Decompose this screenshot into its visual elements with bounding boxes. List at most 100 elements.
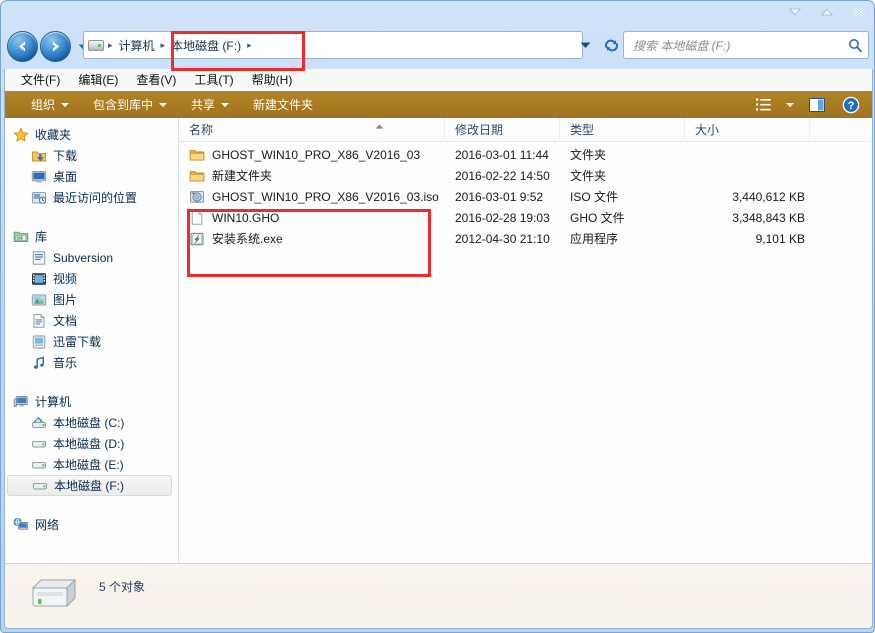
sidebar-item-thunder-download[interactable]: 迅雷下载 (5, 331, 178, 352)
file-name-label: 安装系统.exe (212, 232, 283, 246)
file-name-cell[interactable]: GHOST_WIN10_PRO_X86_V2016_03 (189, 147, 420, 163)
file-name-cell[interactable]: 新建文件夹 (189, 167, 272, 184)
sidebar-item-videos[interactable]: 视频 (5, 268, 178, 289)
table-row[interactable]: GHOST_WIN10_PRO_X86_V2016_03.iso 2016-03… (179, 186, 872, 207)
sidebar-item-computer[interactable]: 计算机 (5, 391, 178, 412)
drive-icon (32, 478, 48, 494)
toolbar-share-button[interactable]: 共享 (179, 93, 241, 116)
chevron-down-icon[interactable] (780, 93, 800, 116)
sidebar-item-libraries[interactable]: 库 (5, 226, 178, 247)
toolbar-include-in-library-button[interactable]: 包含到库中 (81, 93, 179, 116)
chevron-down-icon (159, 102, 168, 107)
file-name-label: GHOST_WIN10_PRO_X86_V2016_03.iso (212, 189, 439, 204)
sidebar-item-subversion[interactable]: Subversion (5, 247, 178, 268)
menu-item-edit[interactable]: 编辑(E) (69, 70, 127, 90)
recent-places-icon (31, 190, 47, 206)
previous-locations-chevron-icon[interactable] (580, 38, 591, 52)
file-type-cell: ISO 文件 (570, 190, 619, 204)
column-header-name[interactable]: 名称 (179, 118, 445, 141)
menu-item-view[interactable]: 查看(V) (127, 70, 185, 90)
search-icon[interactable] (842, 38, 868, 53)
desktop-icon (31, 169, 47, 185)
system-drive-icon (31, 415, 47, 431)
table-row[interactable]: 安装系统.exe 2012-04-30 21:10 应用程序 9,101 KB (179, 228, 872, 249)
file-name-label: 新建文件夹 (212, 169, 273, 183)
menu-item-file[interactable]: 文件(F) (12, 70, 69, 90)
thunder-download-icon (31, 334, 47, 350)
search-input[interactable]: 搜索 本地磁盘 (F:) (624, 37, 842, 54)
documents-icon (31, 313, 47, 329)
breadcrumb-separator-icon[interactable]: ▸ (244, 40, 255, 50)
minimize-icon[interactable] (786, 4, 804, 20)
sidebar-item-documents[interactable]: 文档 (5, 310, 178, 331)
preview-pane-icon[interactable] (800, 93, 834, 116)
computer-icon (13, 394, 29, 410)
sidebar-item-music[interactable]: 音乐 (5, 352, 178, 373)
back-button[interactable] (7, 31, 38, 62)
video-icon (31, 271, 47, 287)
search-box[interactable]: 搜索 本地磁盘 (F:) (623, 31, 869, 59)
sidebar-item-network[interactable]: 网络 (5, 514, 178, 535)
toolbar-organize-button[interactable]: 组织 (19, 93, 81, 116)
sidebar-item-recent-places[interactable]: 最近访问的位置 (5, 187, 178, 208)
table-row[interactable]: GHOST_WIN10_PRO_X86_V2016_03 2016-03-01 … (179, 144, 872, 165)
toolbar-include-in-library-label: 包含到库中 (93, 98, 154, 112)
file-type-cell: 应用程序 (570, 232, 619, 246)
network-icon (13, 517, 29, 533)
file-name-cell[interactable]: GHOST_WIN10_PRO_X86_V2016_03.iso (189, 189, 439, 205)
subversion-icon (31, 250, 47, 266)
forward-button[interactable] (40, 31, 71, 62)
sidebar-label-pictures: 图片 (53, 293, 78, 307)
toolbar-new-folder-button[interactable]: 新建文件夹 (241, 93, 325, 116)
window-controls (786, 4, 868, 20)
sidebar-item-desktop[interactable]: 桌面 (5, 166, 178, 187)
sidebar-item-local-disk-f[interactable]: 本地磁盘 (F:) (7, 475, 172, 496)
file-type-cell: 文件夹 (570, 169, 607, 183)
table-row[interactable]: WIN10.GHO 2016-02-28 19:03 GHO 文件 3,348,… (179, 207, 872, 228)
sidebar-item-pictures[interactable]: 图片 (5, 289, 178, 310)
address-bar[interactable]: ▸ 计算机 ▸ 本地磁盘 (F:) ▸ (83, 31, 583, 59)
list-view-icon[interactable] (746, 93, 780, 116)
sidebar-item-favorites[interactable]: 收藏夹 (5, 124, 178, 145)
folder-icon (189, 147, 205, 163)
sidebar-item-local-disk-e[interactable]: 本地磁盘 (E:) (5, 454, 178, 475)
toolbar-right-group: ? (746, 93, 872, 116)
downloads-icon (31, 148, 47, 164)
file-date-cell: 2016-03-01 11:44 (455, 147, 549, 162)
file-rows: GHOST_WIN10_PRO_X86_V2016_03 2016-03-01 … (179, 142, 872, 249)
file-name-cell[interactable]: WIN10.GHO (189, 210, 279, 226)
sidebar-item-local-disk-c[interactable]: 本地磁盘 (C:) (5, 412, 178, 433)
address-drive-icon (88, 39, 104, 51)
sidebar-item-downloads[interactable]: 下载 (5, 145, 178, 166)
file-date-cell: 2016-02-22 14:50 (455, 168, 550, 183)
breadcrumb-local-disk-f[interactable]: 本地磁盘 (F:) (168, 34, 244, 56)
iso-file-icon (189, 189, 205, 205)
breadcrumb-computer[interactable]: 计算机 (116, 34, 158, 56)
sidebar-label-network: 网络 (35, 518, 60, 532)
chevron-down-icon (221, 102, 230, 107)
file-size-cell: 3,348,843 KB (732, 210, 805, 225)
close-icon[interactable] (850, 4, 868, 20)
generic-file-icon (189, 210, 205, 226)
column-header-size[interactable]: 大小 (685, 118, 810, 141)
nav-group-libraries: 库 Subversion 视频 图片 文档 迅雷下载 音乐 (5, 226, 178, 373)
sidebar-item-local-disk-d[interactable]: 本地磁盘 (D:) (5, 433, 178, 454)
nav-group-computer: 计算机 本地磁盘 (C:) 本地磁盘 (D:) 本地磁盘 (E:) 本地磁盘 (… (5, 391, 178, 496)
column-header-type[interactable]: 类型 (560, 118, 685, 141)
refresh-icon[interactable] (600, 34, 622, 56)
breadcrumb-separator-icon: ▸ (108, 39, 113, 50)
file-size-cell: 3,440,612 KB (732, 189, 805, 204)
column-header-row: 名称 修改日期 类型 大小 (179, 118, 872, 142)
file-name-cell[interactable]: 安装系统.exe (189, 230, 283, 247)
help-icon[interactable]: ? (834, 93, 868, 116)
column-header-date-modified[interactable]: 修改日期 (445, 118, 560, 141)
menu-item-help[interactable]: 帮助(H) (243, 70, 302, 90)
table-row[interactable]: 新建文件夹 2016-02-22 14:50 文件夹 (179, 165, 872, 186)
maximize-icon[interactable] (818, 4, 836, 20)
sidebar-label-local-disk-c: 本地磁盘 (C:) (53, 416, 125, 430)
command-toolbar: 组织 包含到库中 共享 新建文件夹 ? (4, 91, 873, 118)
file-type-cell: 文件夹 (570, 148, 607, 162)
menu-item-tools[interactable]: 工具(T) (185, 70, 242, 90)
toolbar-new-folder-label: 新建文件夹 (253, 98, 314, 112)
